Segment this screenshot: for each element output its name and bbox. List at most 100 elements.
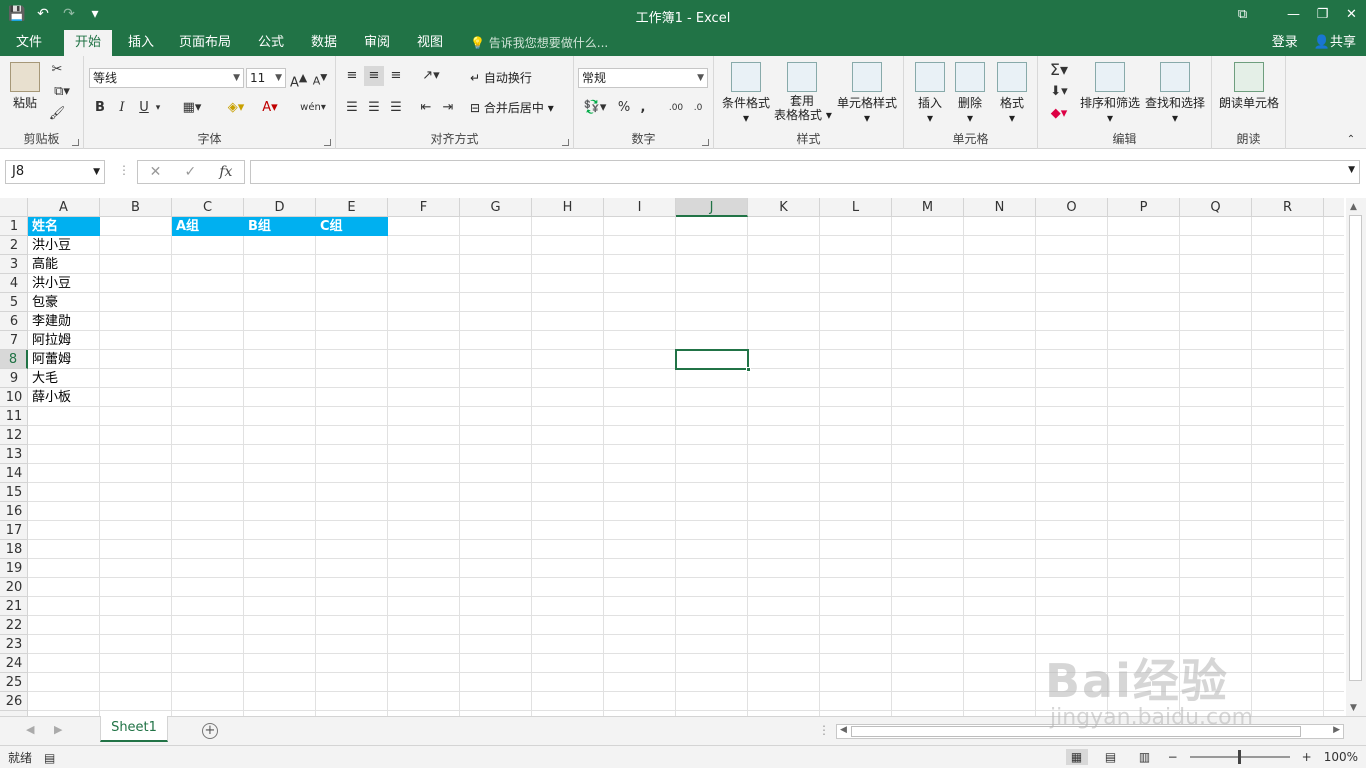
tab-review[interactable]: 审阅 [356, 30, 398, 56]
scroll-left-icon[interactable]: ◀ [840, 725, 847, 735]
merge-center-button[interactable]: ⊟ 合并后居中 ▾ [470, 98, 554, 118]
row-header-21[interactable]: 21 [0, 597, 28, 616]
column-header-q[interactable]: Q [1180, 198, 1252, 217]
cell-C1[interactable]: A组 [172, 217, 244, 236]
scroll-right-icon[interactable]: ▶ [1333, 725, 1340, 735]
row-header-18[interactable]: 18 [0, 540, 28, 559]
number-format-combo[interactable]: 常规 ▼ [578, 68, 708, 88]
conditional-formatting-button[interactable]: 条件格式 ▾ [720, 62, 772, 125]
column-header-r[interactable]: R [1252, 198, 1324, 217]
row-header-26[interactable]: 26 [0, 692, 28, 711]
decrease-indent-icon[interactable]: ⇤ [416, 98, 436, 118]
page-break-view-icon[interactable]: ▥ [1134, 749, 1156, 765]
delete-cells-button[interactable]: 删除 ▾ [952, 62, 988, 125]
clear-icon[interactable]: ◆▾ [1044, 104, 1074, 124]
sheet-tab-sheet1[interactable]: Sheet1 [100, 716, 168, 742]
row-header-23[interactable]: 23 [0, 635, 28, 654]
next-sheet-icon[interactable]: ▶ [54, 723, 62, 736]
dialog-launcher-icon[interactable] [702, 139, 709, 146]
paste-button[interactable]: 粘贴 [8, 62, 42, 111]
add-sheet-icon[interactable]: + [202, 723, 218, 739]
row-header-17[interactable]: 17 [0, 521, 28, 540]
scroll-down-icon[interactable]: ▼ [1350, 703, 1357, 713]
shrink-font-button[interactable]: A▼ [312, 68, 328, 88]
phonetic-button[interactable]: wén▾ [298, 98, 328, 118]
row-header-2[interactable]: 2 [0, 236, 28, 255]
minimize-icon[interactable]: — [1279, 0, 1308, 30]
vertical-scroll-thumb[interactable] [1349, 215, 1362, 681]
column-header-c[interactable]: C [172, 198, 244, 217]
row-header-4[interactable]: 4 [0, 274, 28, 293]
row-header-9[interactable]: 9 [0, 369, 28, 388]
format-painter-icon[interactable]: 🖌 [48, 104, 66, 124]
cell-A3[interactable]: 高能 [28, 255, 100, 274]
share-button[interactable]: 👤共享 [1314, 30, 1356, 56]
font-size-combo[interactable]: 11 ▼ [246, 68, 286, 88]
page-layout-view-icon[interactable]: ▤ [1100, 749, 1122, 765]
align-bottom-icon[interactable]: ≡ [386, 66, 406, 86]
increase-decimal-button[interactable]: .00 [666, 98, 686, 118]
select-all-button[interactable] [0, 198, 28, 217]
column-header-p[interactable]: P [1108, 198, 1180, 217]
align-top-icon[interactable]: ≡ [342, 66, 362, 86]
currency-icon[interactable]: 💱▾ [580, 98, 610, 118]
wrap-text-button[interactable]: ↵ 自动换行 [470, 68, 532, 88]
cell-A2[interactable]: 洪小豆 [28, 236, 100, 255]
insert-function-icon[interactable]: fx [219, 164, 232, 180]
row-header-25[interactable]: 25 [0, 673, 28, 692]
cell-D1[interactable]: B组 [244, 217, 316, 236]
column-header-m[interactable]: M [892, 198, 964, 217]
percent-button[interactable]: % [616, 98, 632, 118]
cancel-icon[interactable]: ✕ [150, 164, 162, 180]
align-left-icon[interactable]: ☰ [342, 98, 362, 118]
active-cell-outline[interactable] [675, 349, 751, 372]
column-header-h[interactable]: H [532, 198, 604, 217]
row-header-10[interactable]: 10 [0, 388, 28, 407]
cell-A9[interactable]: 大毛 [28, 369, 100, 388]
insert-cells-button[interactable]: 插入 ▾ [912, 62, 948, 125]
cell-A1[interactable]: 姓名 [28, 217, 100, 236]
splitter-icon[interactable]: ⋮ [818, 723, 830, 737]
collapse-ribbon-icon[interactable]: ⌃ [1344, 130, 1358, 150]
tab-page-layout[interactable]: 页面布局 [172, 30, 238, 56]
tab-file[interactable]: 文件 [6, 30, 52, 56]
column-header-o[interactable]: O [1036, 198, 1108, 217]
tab-data[interactable]: 数据 [303, 30, 345, 56]
row-header-24[interactable]: 24 [0, 654, 28, 673]
italic-button[interactable]: I [114, 98, 130, 118]
row-header-15[interactable]: 15 [0, 483, 28, 502]
comma-button[interactable]: , [636, 98, 650, 118]
prev-sheet-icon[interactable]: ◀ [26, 723, 34, 736]
row-header-11[interactable]: 11 [0, 407, 28, 426]
column-header-a[interactable]: A [28, 198, 100, 217]
restore-icon[interactable]: ❐ [1308, 0, 1337, 30]
zoom-in-icon[interactable]: + [1302, 750, 1312, 764]
row-header-22[interactable]: 22 [0, 616, 28, 635]
column-header-g[interactable]: G [460, 198, 532, 217]
column-header-i[interactable]: I [604, 198, 676, 217]
copy-icon[interactable]: ⧉▾ [48, 82, 76, 102]
align-right-icon[interactable]: ☰ [386, 98, 406, 118]
row-header-13[interactable]: 13 [0, 445, 28, 464]
column-header-b[interactable]: B [100, 198, 172, 217]
font-color-icon[interactable]: A▾ [256, 98, 284, 118]
chevron-down-icon[interactable]: ▾ [152, 98, 164, 118]
tab-view[interactable]: 视图 [409, 30, 451, 56]
cell-A8[interactable]: 阿蕾姆 [28, 350, 100, 369]
column-header-n[interactable]: N [964, 198, 1036, 217]
zoom-slider-knob[interactable] [1237, 750, 1241, 764]
chevron-down-icon[interactable]: ▼ [1348, 165, 1355, 175]
tab-formulas[interactable]: 公式 [250, 30, 292, 56]
zoom-out-icon[interactable]: − [1168, 750, 1178, 764]
formula-input[interactable]: ▼ [250, 160, 1360, 184]
row-header-16[interactable]: 16 [0, 502, 28, 521]
cell-A10[interactable]: 薛小板 [28, 388, 100, 407]
read-cell-button[interactable]: 朗读单元格 [1218, 62, 1280, 111]
cell-A4[interactable]: 洪小豆 [28, 274, 100, 293]
column-header-l[interactable]: L [820, 198, 892, 217]
borders-icon[interactable]: ▦▾ [178, 98, 206, 118]
tab-home[interactable]: 开始 [64, 30, 112, 56]
row-header-7[interactable]: 7 [0, 331, 28, 350]
enter-icon[interactable]: ✓ [184, 164, 196, 180]
zoom-slider[interactable] [1189, 750, 1290, 764]
